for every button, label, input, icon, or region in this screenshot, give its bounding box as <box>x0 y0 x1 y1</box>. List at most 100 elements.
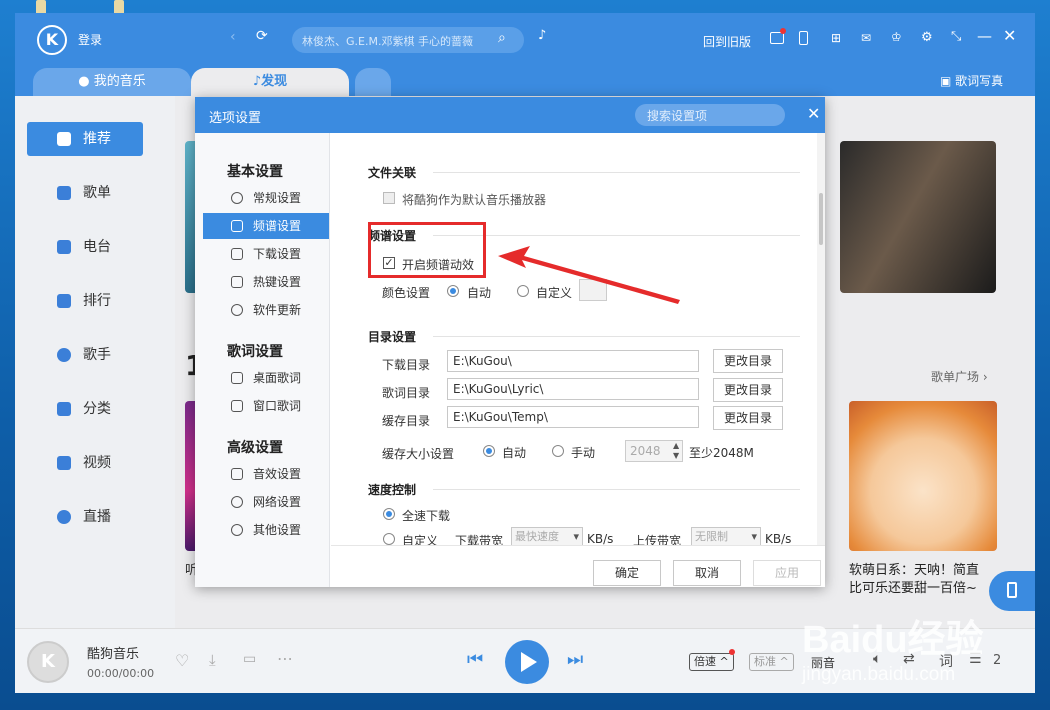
nav-item-desktop-lyrics[interactable]: 桌面歌词 <box>203 365 329 391</box>
playlist-icon <box>57 186 71 200</box>
song-title: 酷狗音乐 <box>87 647 140 662</box>
stepper-arrows-icon[interactable]: ▲ ▼ <box>673 441 679 461</box>
section-speed-title: 速度控制 <box>368 483 417 497</box>
nav-item-download[interactable]: 下载设置 <box>203 241 329 267</box>
speed-button[interactable]: 倍速 ^ <box>689 653 734 671</box>
skin-icon[interactable]: ♔ <box>891 30 902 44</box>
playlist-title[interactable]: 软萌日系：天呐！简直 <box>849 559 979 578</box>
sidebar-item-radio[interactable]: 电台 <box>27 230 143 264</box>
sidebar: 推荐 歌单 电台 排行 歌手 分类 视频 直播 <box>15 96 175 628</box>
nav-item-general[interactable]: 常规设置 <box>203 185 329 211</box>
tab-extra[interactable] <box>355 68 391 96</box>
apply-button[interactable]: 应用 <box>753 560 821 586</box>
cancel-button[interactable]: 取消 <box>673 560 741 586</box>
settings-scrollbar[interactable] <box>817 133 825 545</box>
sidebar-item-video[interactable]: 视频 <box>27 446 143 480</box>
sidebar-item-rank[interactable]: 排行 <box>27 284 143 318</box>
next-icon[interactable]: ⏭ <box>567 649 583 670</box>
microphone-icon[interactable]: ♪ <box>538 28 546 43</box>
change-download-dir-button[interactable]: 更改目录 <box>713 349 783 373</box>
sidebar-item-live[interactable]: 直播 <box>27 500 143 534</box>
color-setting-label: 颜色设置 <box>382 286 431 300</box>
search-input[interactable]: 林俊杰、G.E.M.邓紫棋 手心的蔷薇 <box>302 33 473 49</box>
nav-item-sound-effect[interactable]: 音效设置 <box>203 461 329 487</box>
nav-item-update[interactable]: 软件更新 <box>203 297 329 323</box>
sidebar-item-singer[interactable]: 歌手 <box>27 338 143 372</box>
nav-item-label: 常规设置 <box>253 191 302 205</box>
playlist-subtitle[interactable]: 比可乐还要甜一百倍~ <box>849 577 977 596</box>
nav-item-other[interactable]: 其他设置 <box>203 517 329 543</box>
phone-icon[interactable] <box>799 31 808 45</box>
dialog-header: 选项设置 搜索设置项 ✕ <box>195 97 825 133</box>
rank-icon <box>57 294 71 308</box>
download-settings-icon <box>231 248 243 260</box>
tab-discover[interactable]: ♪发现 <box>191 68 349 96</box>
nav-item-hotkey[interactable]: 热键设置 <box>203 269 329 295</box>
sidebar-item-recommend[interactable]: 推荐 <box>27 122 143 156</box>
apps-grid-icon[interactable]: ⊞ <box>831 31 841 45</box>
banner-image-right[interactable] <box>840 141 996 293</box>
close-dialog-icon[interactable]: ✕ <box>807 104 820 123</box>
full-speed-radio[interactable] <box>383 508 395 520</box>
main-tabs: ● 我的音乐 ♪发现 ▣ 歌词写真 <box>15 66 1035 96</box>
more-icon[interactable]: ⋯ <box>277 649 293 668</box>
previous-icon[interactable]: ⏮ <box>467 649 483 670</box>
radio-icon <box>57 240 71 254</box>
custom-speed-radio[interactable] <box>383 533 395 545</box>
mail-icon[interactable]: ✉ <box>861 31 871 45</box>
refresh-icon[interactable]: ⟳ <box>256 28 268 44</box>
back-arrow-icon[interactable]: ‹ <box>230 29 236 45</box>
play-button[interactable] <box>505 640 549 684</box>
minimize-mode-icon[interactable]: ⤡ <box>951 29 961 44</box>
login-link[interactable]: 登录 <box>78 31 102 48</box>
settings-gear-icon[interactable]: ⚙ <box>921 30 933 45</box>
album-cover-icon[interactable]: K <box>27 641 69 683</box>
nav-item-window-lyrics[interactable]: 窗口歌词 <box>203 393 329 419</box>
desktop-lyrics-icon <box>231 372 243 384</box>
nav-item-spectrum[interactable]: 频谱设置 <box>203 213 329 239</box>
nav-item-label: 其他设置 <box>253 523 302 537</box>
sidebar-item-label: 分类 <box>83 401 111 417</box>
lyric-dir-input[interactable]: E:\KuGou\Lyric\ <box>447 378 699 400</box>
sidebar-item-playlist[interactable]: 歌单 <box>27 176 143 210</box>
download-bandwidth-select[interactable]: 最快速度 <box>511 527 583 547</box>
options-dialog: 选项设置 搜索设置项 ✕ 基本设置 常规设置 频谱设置 下载设置 热键设置 软件… <box>195 97 825 587</box>
scrollbar-thumb[interactable] <box>819 193 823 245</box>
comment-icon[interactable]: ▭ <box>243 651 256 667</box>
nav-item-label: 下载设置 <box>253 247 302 261</box>
default-player-checkbox[interactable] <box>383 192 395 204</box>
quality-button[interactable]: 标准 ^ <box>749 653 794 671</box>
nav-item-label: 频谱设置 <box>253 219 302 233</box>
live-icon <box>57 510 71 524</box>
change-cache-dir-button[interactable]: 更改目录 <box>713 406 783 430</box>
tab-my-music[interactable]: ● 我的音乐 <box>33 68 191 96</box>
tab-discover-label: 发现 <box>261 74 288 89</box>
minimize-icon[interactable]: — <box>977 27 992 45</box>
cache-manual-radio[interactable] <box>552 445 564 457</box>
annotation-highlight-box <box>368 222 486 278</box>
full-speed-label: 全速下载 <box>402 509 451 523</box>
download-dir-input[interactable]: E:\KuGou\ <box>447 350 699 372</box>
search-box[interactable]: 林俊杰、G.E.M.邓紫棋 手心的蔷薇 ⌕ <box>292 27 524 53</box>
user-icon: ● <box>78 74 90 89</box>
nav-item-label: 音效设置 <box>253 467 302 481</box>
back-old-version-link[interactable]: 回到旧版 <box>703 33 751 50</box>
lyrics-writing-label: 歌词写真 <box>955 74 1004 88</box>
close-window-icon[interactable]: ✕ <box>1003 26 1016 45</box>
settings-search-input[interactable]: 搜索设置项 <box>635 104 785 126</box>
change-lyric-dir-button[interactable]: 更改目录 <box>713 378 783 402</box>
cache-dir-input[interactable]: E:\KuGou\Temp\ <box>447 406 699 428</box>
playlist-cover-anime[interactable] <box>849 401 997 551</box>
ok-button[interactable]: 确定 <box>593 560 661 586</box>
cache-auto-radio[interactable] <box>483 445 495 457</box>
lyrics-writing-button[interactable]: ▣ 歌词写真 <box>940 72 1003 89</box>
search-icon[interactable]: ⌕ <box>498 30 506 46</box>
color-auto-radio[interactable] <box>447 285 459 297</box>
nav-item-network[interactable]: 网络设置 <box>203 489 329 515</box>
upload-bandwidth-select[interactable]: 无限制 <box>691 527 761 547</box>
playlist-square-link[interactable]: 歌单广场 › <box>931 368 988 385</box>
like-icon[interactable]: ♡ <box>175 651 189 670</box>
sidebar-item-category[interactable]: 分类 <box>27 392 143 426</box>
download-icon[interactable]: ⤓ <box>209 651 216 669</box>
sidebar-item-label: 推荐 <box>83 131 111 147</box>
